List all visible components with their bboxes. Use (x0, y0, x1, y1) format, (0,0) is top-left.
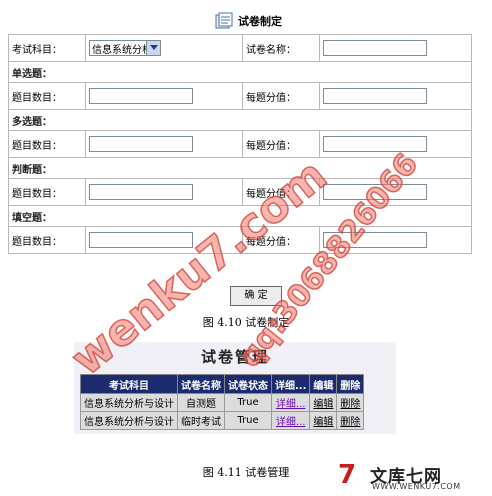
multi-count-cell (85, 130, 243, 158)
subject-label: 考试科目： (8, 34, 86, 62)
form-title: 试卷制定 (238, 15, 282, 28)
detail-link[interactable]: 详细... (270, 411, 311, 430)
logo-mark: 7 (338, 460, 357, 490)
single-count-input[interactable] (89, 88, 193, 104)
subject-select[interactable]: 信息系统分析 (89, 40, 161, 56)
column-header: 试卷状态 (224, 374, 272, 394)
table-header-row: 考试科目 试卷名称 试卷状态 详细... 编辑 删除 (80, 374, 365, 394)
single-count-cell (85, 82, 243, 110)
column-header: 详细... (270, 374, 311, 394)
document-icon (215, 12, 233, 29)
multi-count-input[interactable] (89, 136, 193, 152)
paper-name-cell: 临时考试 (177, 411, 225, 430)
subject-cell: 信息系统分析与设计 (80, 411, 178, 430)
detail-link[interactable]: 详细... (270, 393, 311, 412)
multi-count-label: 题目数目： (8, 130, 86, 158)
paper-name-cell (319, 34, 472, 62)
subject-cell: 信息系统分析与设计 (80, 393, 178, 412)
subject-cell: 信息系统分析 (85, 34, 243, 62)
table-row: 信息系统分析与设计 自测题 True 详细... 编辑 删除 (80, 393, 365, 412)
single-score-label: 每题分值： (242, 82, 320, 110)
table-row: 信息系统分析与设计 临时考试 True 详细... 编辑 删除 (80, 411, 365, 430)
single-count-label: 题目数目： (8, 82, 86, 110)
single-score-cell (319, 82, 472, 110)
edit-link[interactable]: 编辑 (309, 393, 338, 412)
chevron-down-icon[interactable] (146, 41, 160, 55)
paper-name-cell: 自测题 (177, 393, 225, 412)
logo-url: WWW.WENKU7.COM (372, 482, 461, 491)
multi-score-input[interactable] (323, 136, 427, 152)
paper-name-input[interactable] (323, 40, 427, 56)
paper-table: 考试科目 试卷名称 试卷状态 详细... 编辑 删除 信息系统分析与设计 自测题… (80, 374, 365, 430)
form-title-bar: 试卷制定 (214, 8, 282, 34)
edit-link[interactable]: 编辑 (309, 411, 338, 430)
column-header: 删除 (336, 374, 365, 394)
tf-count-label: 题目数目： (8, 178, 86, 206)
tf-count-cell (85, 178, 243, 206)
tf-count-input[interactable] (89, 184, 193, 200)
status-cell: True (224, 393, 272, 412)
figure-caption-4-10: 图 4.10 试卷制定 (202, 316, 290, 329)
delete-link[interactable]: 删除 (336, 411, 365, 430)
blank-count-label: 题目数目： (8, 226, 86, 254)
site-logo: 7 文库七网 WWW.WENKU7.COM (338, 460, 488, 494)
status-cell: True (224, 411, 272, 430)
section-title-single-choice: 单选题： (8, 61, 472, 83)
section-title-multi-choice: 多选题： (8, 109, 472, 131)
column-header: 编辑 (309, 374, 338, 394)
single-score-input[interactable] (323, 88, 427, 104)
blank-count-input[interactable] (89, 232, 193, 248)
paper-name-label: 试卷名称： (242, 34, 320, 62)
subject-select-value: 信息系统分析 (92, 44, 146, 56)
column-header: 试卷名称 (177, 374, 225, 394)
delete-link[interactable]: 删除 (336, 393, 365, 412)
